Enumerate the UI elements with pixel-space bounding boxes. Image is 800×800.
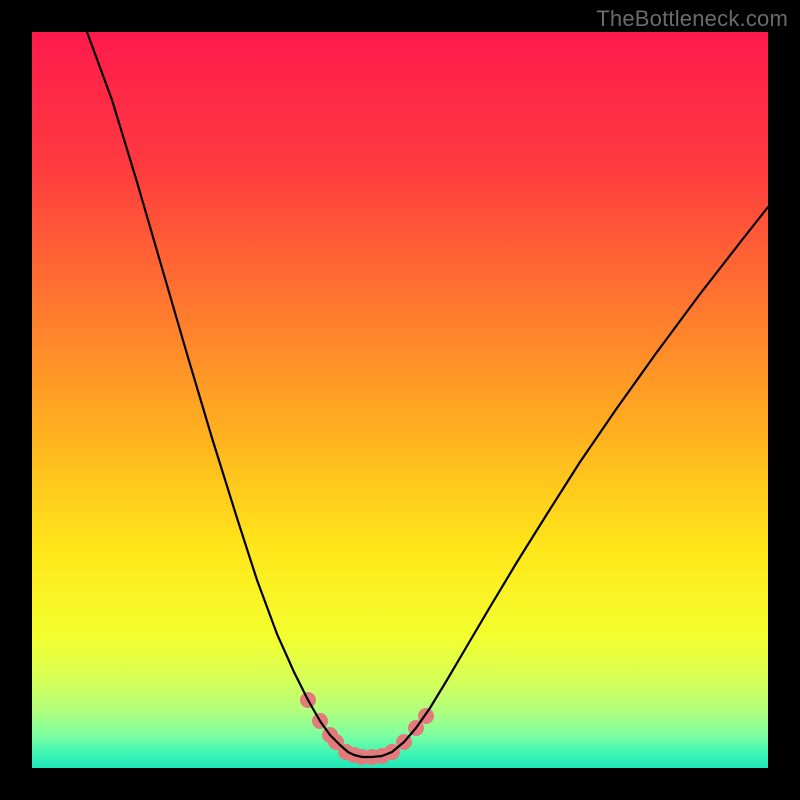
chart-frame: TheBottleneck.com (0, 0, 800, 800)
plot-area (32, 32, 768, 768)
watermark-text: TheBottleneck.com (596, 6, 788, 32)
chart-svg (32, 32, 768, 768)
highlight-markers-group (300, 692, 434, 765)
bottleneck-curve (87, 32, 768, 757)
